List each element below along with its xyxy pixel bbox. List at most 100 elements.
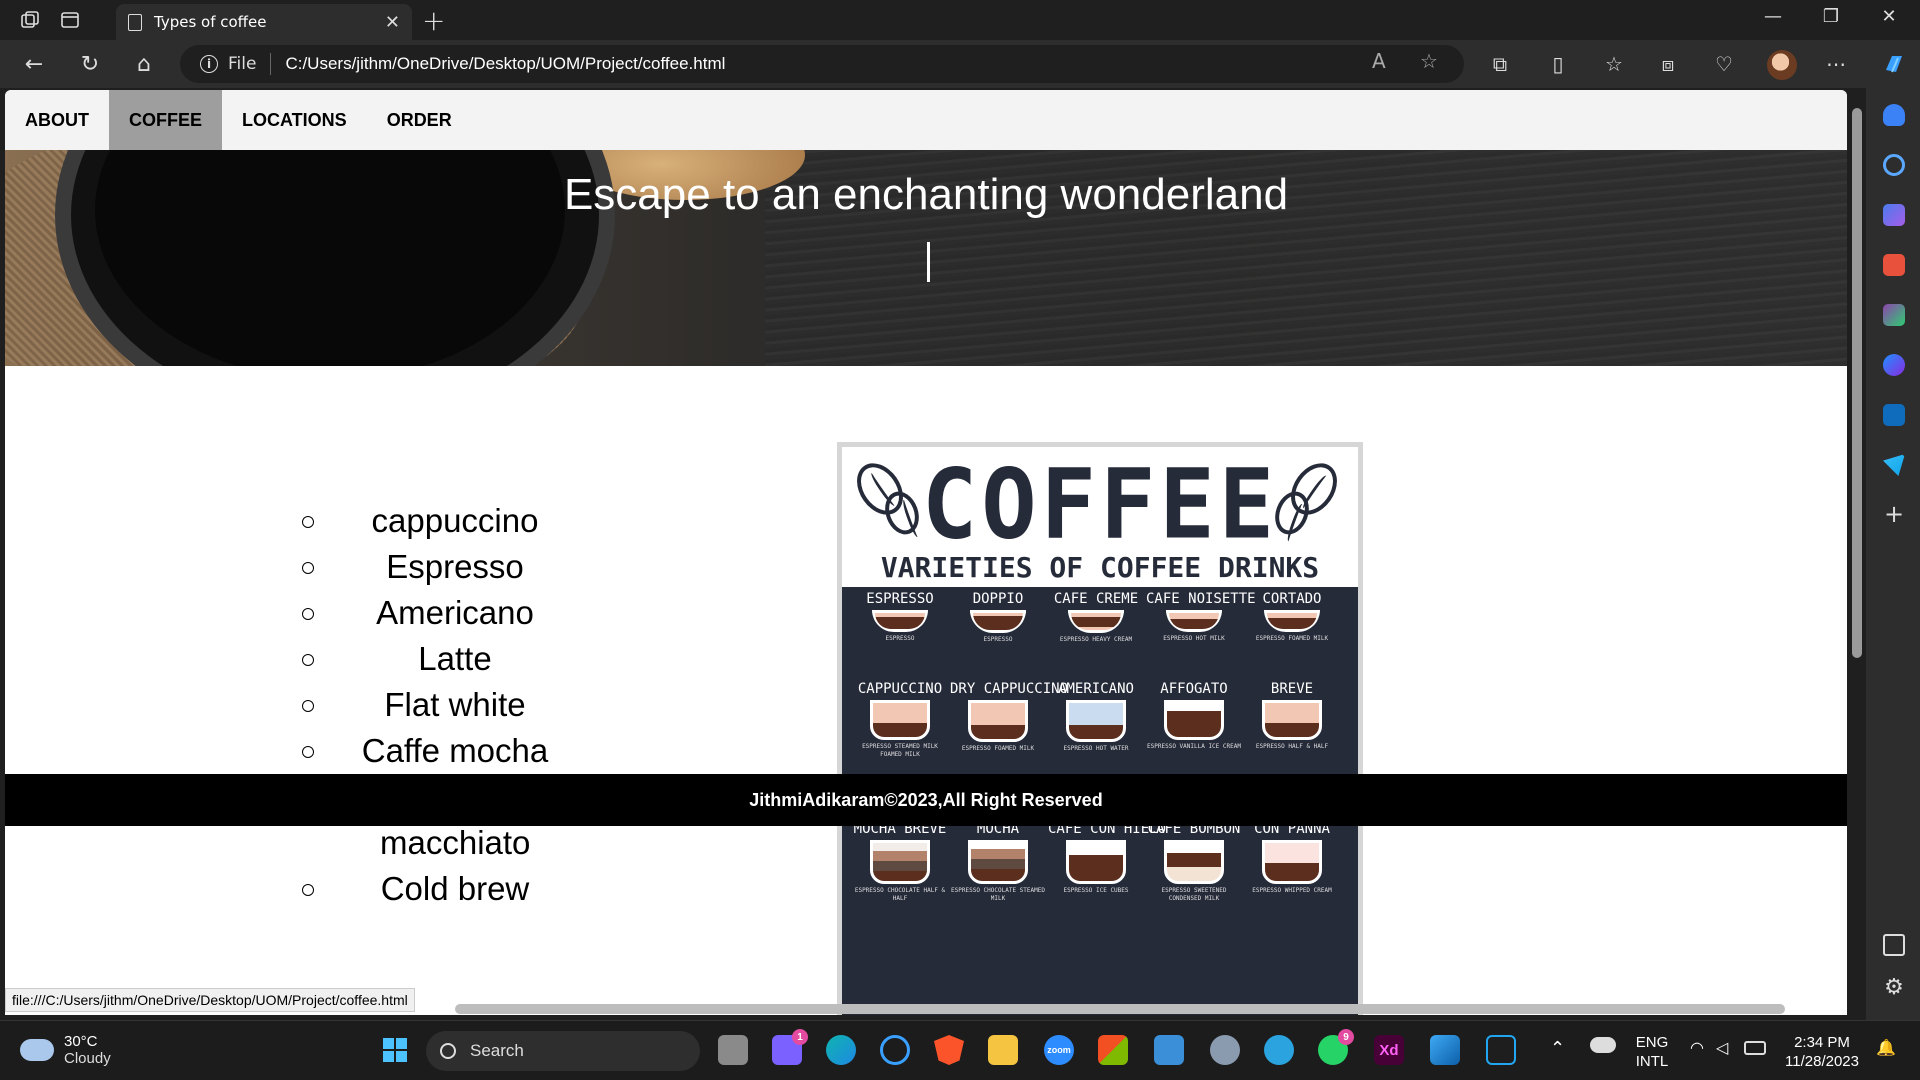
settings-gear-icon[interactable] [1210,1035,1240,1065]
brave-browser-icon[interactable] [934,1035,964,1065]
zoom-icon[interactable]: zoom [1044,1035,1074,1065]
vertical-scrollbar[interactable] [1852,108,1862,658]
nav-locations[interactable]: LOCATIONS [222,90,367,150]
restore-icon[interactable]: ❐ [1808,6,1854,27]
drink-name: CAPPUCCINO [857,681,943,697]
hero-banner: Escape to an enchanting wonderland [5,150,1847,366]
drink-ingredients: ESPRESSO [983,636,1013,643]
new-tab-icon[interactable]: + [422,4,445,37]
horizontal-scrollbar[interactable] [455,1004,1785,1014]
back-icon[interactable]: ← [22,52,46,77]
drink-card: MOCHA BREVE ESPRESSO CHOCOLATE HALF & HAL… [852,821,948,903]
refresh-icon[interactable]: ↻ [78,52,102,77]
microsoft-store-icon[interactable] [1098,1035,1128,1065]
copilot-icon[interactable] [1882,52,1906,76]
drink-layer [1167,867,1221,881]
start-windows-icon[interactable] [380,1035,410,1065]
nav-about[interactable]: ABOUT [5,90,109,150]
tray-overflow-chevron-icon[interactable]: ⌃ [1550,1039,1565,1058]
add-sidebar-app-icon[interactable]: + [1883,502,1905,526]
close-tab-icon[interactable]: ✕ [385,12,400,33]
profile-avatar[interactable] [1767,50,1797,80]
adobe-xd-icon[interactable]: Xd [1374,1035,1404,1065]
sidebar-settings-gear-icon[interactable]: ⚙ [1883,977,1905,1000]
search-icon [440,1043,456,1059]
minimize-icon[interactable]: — [1750,6,1796,27]
photos-icon[interactable] [1430,1035,1460,1065]
coffee-type-item: Latte [302,636,605,682]
tab-actions-icon[interactable] [58,8,82,32]
mail-icon[interactable] [1154,1035,1184,1065]
favorite-star-icon[interactable]: ☆ [1420,49,1438,73]
workspaces-icon[interactable] [18,8,42,32]
notification-bell-icon[interactable]: 🔔 [1876,1039,1896,1058]
status-bar-url: file:///C:/Users/jithm/OneDrive/Desktop/… [5,988,415,1012]
typing-caret [927,242,930,282]
drink-ingredients: ESPRESSO HALF & HALF [1255,743,1329,750]
edge-browser-icon[interactable] [826,1035,856,1065]
browser-toolbar: ← ↻ ⌂ i File C:/Users/jithm/OneDrive/Des… [0,40,1920,88]
drink-name: DRY CAPPUCCINO [950,681,1069,697]
drink-name: BREVE [1270,681,1314,697]
cortana-icon[interactable] [880,1035,910,1065]
scheme-label: File [228,54,257,74]
browser-title-bar: Types of coffee ✕ + — ❐ ✕ [0,0,1920,40]
drink-layer [873,851,927,861]
volume-muted-icon[interactable]: ◁ [1716,1039,1728,1058]
drink-layer [971,703,1025,725]
weather-widget[interactable]: 30°C Cloudy [20,1033,111,1067]
taskbar-search[interactable]: Search [426,1031,700,1071]
file-explorer-icon[interactable] [988,1035,1018,1065]
browser-essentials-icon[interactable]: ♡ [1712,52,1736,76]
telegram-icon[interactable] [1264,1035,1294,1065]
drink-layer [1265,703,1319,723]
outlook-icon[interactable] [1883,404,1905,426]
teams-icon[interactable]: 1 [772,1029,808,1065]
browser-tab[interactable]: Types of coffee ✕ [116,4,412,40]
wifi-icon[interactable]: ◠ [1690,1039,1704,1058]
drink-glass-icon [1066,700,1126,742]
home-icon[interactable]: ⌂ [132,52,156,77]
onedrive-cloud-icon[interactable] [1590,1037,1616,1053]
games-icon[interactable] [1883,304,1905,326]
extensions-icon[interactable]: ⧉ [1488,52,1512,76]
drink-layer [971,849,1025,859]
list-bullet-icon [302,884,314,896]
nav-order[interactable]: ORDER [367,90,472,150]
drink-ingredients: ESPRESSO HOT WATER [1063,745,1129,752]
language-indicator[interactable]: ENG INTL [1630,1033,1674,1071]
split-screen-icon[interactable]: ▯ [1546,52,1570,76]
whatsapp-icon[interactable]: 9 [1318,1029,1354,1065]
close-window-icon[interactable]: ✕ [1866,6,1912,27]
drink-layer [873,713,927,723]
settings-more-icon[interactable]: ⋯ [1824,52,1848,76]
clock[interactable]: 2:34 PM 11/28/2023 [1780,1033,1864,1071]
coffee-type-item: Cold brew [302,866,605,912]
address-bar[interactable]: i File C:/Users/jithm/OneDrive/Desktop/U… [180,45,1464,83]
drink-ingredients: ESPRESSO FOAMED MILK [1255,635,1329,642]
shopping-tag-icon[interactable] [1883,204,1905,226]
coffee-type-item: Flat white [302,682,605,728]
send-icon[interactable] [1883,454,1905,476]
hide-sidebar-icon[interactable] [1883,934,1905,956]
read-aloud-icon[interactable]: A [1372,49,1386,73]
drink-card: ESPRESSO ESPRESSO [852,591,948,643]
collections-icon[interactable]: ⧈ [1656,52,1680,76]
tools-briefcase-icon[interactable] [1883,254,1905,276]
lang-line-1: ENG [1635,1034,1669,1051]
drink-glass-icon [1262,840,1322,884]
address-url[interactable]: C:/Users/jithm/OneDrive/Desktop/UOM/Proj… [285,54,725,74]
drink-glass-icon [1262,700,1322,740]
search-icon[interactable] [1883,154,1905,176]
site-info-icon[interactable]: i [200,55,218,73]
microsoft-365-icon[interactable] [1883,354,1905,376]
drink-layer [1167,853,1221,867]
nav-coffee[interactable]: COFFEE [109,90,223,150]
vscode-icon[interactable] [1486,1035,1516,1065]
notifications-bell-icon[interactable] [1883,104,1905,126]
battery-icon[interactable] [1744,1041,1766,1055]
poster-header: COFFEE VARIETIES OF COFFEE DRINKS [842,447,1358,587]
favorites-icon[interactable]: ☆ [1602,52,1626,76]
drink-name: CAFE NOISETTE [1146,591,1256,607]
task-view-icon[interactable] [718,1035,748,1065]
